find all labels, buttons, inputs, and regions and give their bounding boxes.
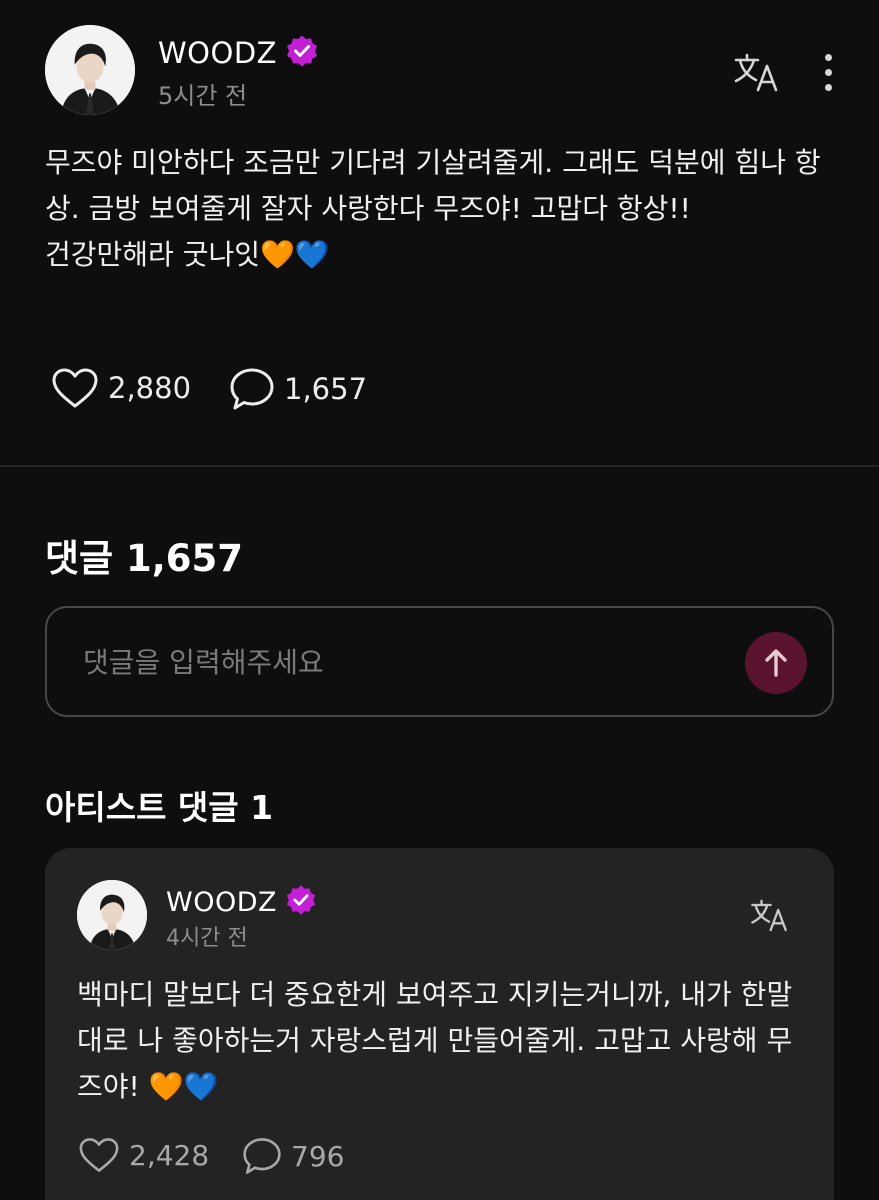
- comment-icon: [230, 368, 274, 410]
- author-name[interactable]: WOODZ: [158, 36, 277, 70]
- comment-time: 4시간 전: [166, 926, 248, 951]
- comment-text: 백마디 말보다 더 중요한게 보여주고 지키는거니까, 내가 한말 대로 나 좋…: [77, 978, 802, 1103]
- verified-badge-icon: [285, 34, 319, 72]
- post-text: 무즈야 미안하다 조금만 기다려 기살려줄게. 그래도 덕분에 힘나 항상. 금…: [45, 146, 821, 271]
- translate-icon[interactable]: [732, 50, 780, 94]
- post-time: 5시간 전: [158, 82, 248, 110]
- comment-reply-count: 796: [291, 1139, 345, 1173]
- comment-author-row: WOODZ: [166, 884, 317, 920]
- author-row: WOODZ: [158, 34, 319, 72]
- like-button[interactable]: 2,880: [50, 366, 191, 410]
- comment-like-count: 2,428: [129, 1138, 210, 1172]
- comment-like-button[interactable]: 2,428: [77, 1136, 209, 1174]
- verified-badge-icon: [285, 884, 317, 920]
- heart-icon: [52, 368, 98, 408]
- comment-author-avatar[interactable]: [77, 880, 147, 950]
- comment-input-box[interactable]: [45, 606, 834, 717]
- arrow-up-icon: [765, 649, 787, 677]
- comments-title: 댓글 1,657: [45, 537, 243, 580]
- comment-icon: [243, 1138, 281, 1174]
- translate-icon[interactable]: [749, 896, 789, 934]
- profile-photo: [77, 880, 147, 950]
- like-count: 2,880: [108, 371, 192, 405]
- more-icon[interactable]: [815, 52, 843, 92]
- author-avatar[interactable]: [45, 25, 135, 115]
- comment-reply-button[interactable]: 796: [241, 1136, 344, 1176]
- comment-author-name[interactable]: WOODZ: [166, 887, 277, 918]
- artist-comment-card: WOODZ 4시간 전 백마디 말보다 더 중요한게 보여주고 지키는거니까, …: [45, 848, 834, 1200]
- comment-count: 1,657: [284, 372, 368, 406]
- send-button[interactable]: [745, 632, 807, 694]
- profile-photo: [45, 25, 135, 115]
- comment-button[interactable]: 1,657: [228, 366, 367, 412]
- artist-comments-title: 아티스트 댓글 1: [45, 788, 274, 827]
- heart-icon: [79, 1138, 119, 1172]
- post: WOODZ 5시간 전 무즈야 미안하다 조금만 기다려 기살려줄게. 그래도 …: [0, 0, 879, 466]
- section-divider: [0, 465, 879, 467]
- comment-input[interactable]: [83, 636, 723, 688]
